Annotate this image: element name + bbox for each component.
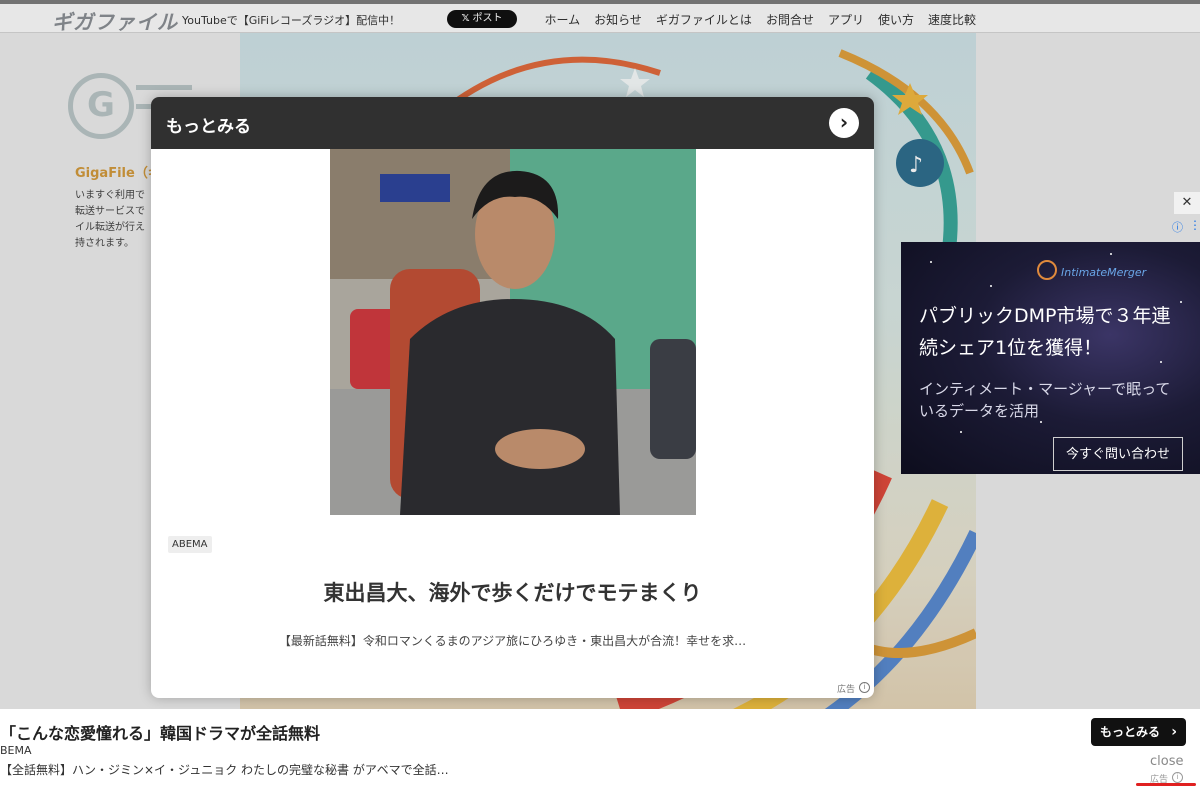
modal-header: もっとみる › <box>151 97 874 149</box>
star-dot <box>930 261 932 263</box>
ad-brand: IntimateMerger <box>1061 266 1147 279</box>
ad-headline: パブリックDMP市場で３年連続シェア1位を獲得！ <box>919 305 1171 359</box>
display-ad-banner[interactable]: IntimateMerger パブリックDMP市場で３年連続シェア1位を獲得！ … <box>901 242 1200 474</box>
bottom-ad-bar: 「こんな恋愛憧れる」韓国ドラマが全話無料 BEMA 【全話無料】ハン・ジミン×イ… <box>0 709 1200 787</box>
ad-source-tag: ABEMA <box>168 536 212 553</box>
photo-person-hands <box>495 429 585 469</box>
close-underline <box>1136 783 1196 786</box>
star-dot <box>1110 253 1112 255</box>
photo-person-shirt <box>400 299 620 515</box>
close-x-icon[interactable]: ✕ <box>1174 192 1200 214</box>
bottom-ad-title[interactable]: 「こんな恋愛憧れる」韓国ドラマが全話無料 <box>0 720 320 744</box>
modal-description[interactable]: 【最新話無料】令和ロマンくるまのアジア旅にひろゆき・東出昌大が合流！幸せを求… <box>151 632 874 649</box>
ad-photo[interactable] <box>330 149 696 515</box>
ad-label: 広告 <box>837 685 856 695</box>
chevron-right-icon: › <box>1171 724 1177 740</box>
bottom-ad-description[interactable]: 【全話無料】ハン・ジミン×イ・ジュニョク わたしの完璧な秘書 がアベマで全話… <box>0 761 449 778</box>
ad-choices-icon[interactable]: i <box>859 682 870 693</box>
chevron-right-icon[interactable]: › <box>829 108 859 138</box>
info-icon[interactable]: ⓘ <box>1172 219 1183 235</box>
modal-title: もっとみる <box>166 117 251 137</box>
star-dot <box>990 285 992 287</box>
ad-cta-button[interactable]: 今すぐ問い合わせ <box>1053 437 1183 471</box>
ad-choices-icon[interactable]: i <box>1172 772 1183 783</box>
photo-sign <box>380 174 450 202</box>
more-button-label: もっとみる <box>1100 725 1161 739</box>
photo-dark-car <box>650 339 696 459</box>
more-modal: もっとみる › ABEMA 東出昌大、海外で歩くだけでモテまくり 【最新話無料】… <box>151 97 874 698</box>
close-button[interactable]: close <box>1150 754 1183 769</box>
more-button[interactable]: もっとみる › <box>1091 718 1186 746</box>
more-options-icon[interactable]: ⋮ <box>1189 218 1200 232</box>
modal-headline[interactable]: 東出昌大、海外で歩くだけでモテまくり <box>151 577 874 607</box>
ad-subtext: インティメート・マージャーで眠っているデータを活用 <box>919 380 1171 420</box>
intimate-merger-logo-icon <box>1037 260 1057 280</box>
bottom-ad-source: BEMA <box>0 744 32 757</box>
star-dot <box>960 431 962 433</box>
